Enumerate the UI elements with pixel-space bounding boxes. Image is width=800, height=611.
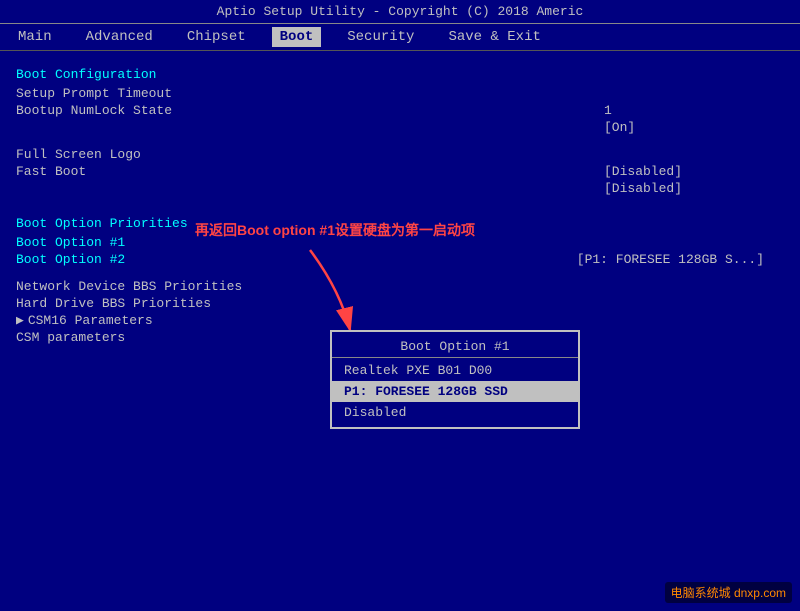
row-boot-option-2[interactable]: Boot Option #2 [P1: FORESEE 128GB S...]	[16, 252, 764, 267]
value-fast-boot-disabled: [Disabled]	[604, 181, 764, 196]
title-bar: Aptio Setup Utility - Copyright (C) 2018…	[0, 0, 800, 24]
arrow-icon: ▶	[16, 313, 24, 328]
boot-option-dropdown[interactable]: Boot Option #1 Realtek PXE B01 D00 P1: F…	[330, 330, 580, 429]
title-text: Aptio Setup Utility - Copyright (C) 2018…	[217, 4, 584, 19]
label-csm16: CSM16 Parameters	[28, 313, 764, 328]
menu-item-save-exit[interactable]: Save & Exit	[440, 27, 548, 47]
menu-item-security[interactable]: Security	[339, 27, 422, 47]
row-bootup-numlock: Bootup NumLock State 1	[16, 103, 764, 118]
bios-screen: Aptio Setup Utility - Copyright (C) 2018…	[0, 0, 800, 611]
value-boot-option-2: [P1: FORESEE 128GB S...]	[577, 252, 764, 267]
row-fast-boot-disabled: [Disabled]	[16, 181, 764, 196]
content-area: Boot Configuration Setup Prompt Timeout …	[0, 51, 800, 602]
value-bootup-numlock: 1	[604, 103, 764, 118]
section-boot-configuration: Boot Configuration	[16, 67, 764, 82]
dropdown-item-realtek[interactable]: Realtek PXE B01 D00	[332, 360, 578, 381]
menu-item-main[interactable]: Main	[10, 27, 60, 47]
row-boot-option-1[interactable]: Boot Option #1	[16, 235, 764, 250]
row-csm16[interactable]: ▶ CSM16 Parameters	[16, 313, 764, 328]
label-full-screen-logo: Full Screen Logo	[16, 147, 604, 162]
row-setup-prompt-timeout: Setup Prompt Timeout	[16, 86, 764, 101]
label-network-device: Network Device BBS Priorities	[16, 279, 764, 294]
dropdown-title: Boot Option #1	[332, 336, 578, 358]
row-numlock-on: [On]	[16, 120, 764, 135]
left-panel: Boot Configuration Setup Prompt Timeout …	[16, 59, 784, 594]
label-fast-boot: Fast Boot	[16, 164, 604, 179]
menu-item-boot[interactable]: Boot	[272, 27, 322, 47]
label-boot-option-1: Boot Option #1	[16, 235, 604, 250]
label-boot-option-2: Boot Option #2	[16, 252, 577, 267]
watermark: 电脑系统城 dnxp.com	[665, 582, 792, 603]
menu-item-chipset[interactable]: Chipset	[179, 27, 254, 47]
row-hard-drive[interactable]: Hard Drive BBS Priorities	[16, 296, 764, 311]
menu-bar: Main Advanced Chipset Boot Security Save…	[0, 24, 800, 51]
label-setup-prompt-timeout: Setup Prompt Timeout	[16, 86, 604, 101]
dropdown-item-foresee[interactable]: P1: FORESEE 128GB SSD	[332, 381, 578, 402]
menu-item-advanced[interactable]: Advanced	[78, 27, 161, 47]
section-boot-priorities: Boot Option Priorities	[16, 216, 764, 231]
value-fast-boot: [Disabled]	[604, 164, 764, 179]
value-numlock-on: [On]	[604, 120, 764, 135]
row-network-device[interactable]: Network Device BBS Priorities	[16, 279, 764, 294]
row-fast-boot: Fast Boot [Disabled]	[16, 164, 764, 179]
row-full-screen-logo: Full Screen Logo	[16, 147, 764, 162]
dropdown-item-disabled[interactable]: Disabled	[332, 402, 578, 423]
label-bootup-numlock: Bootup NumLock State	[16, 103, 604, 118]
label-hard-drive: Hard Drive BBS Priorities	[16, 296, 764, 311]
